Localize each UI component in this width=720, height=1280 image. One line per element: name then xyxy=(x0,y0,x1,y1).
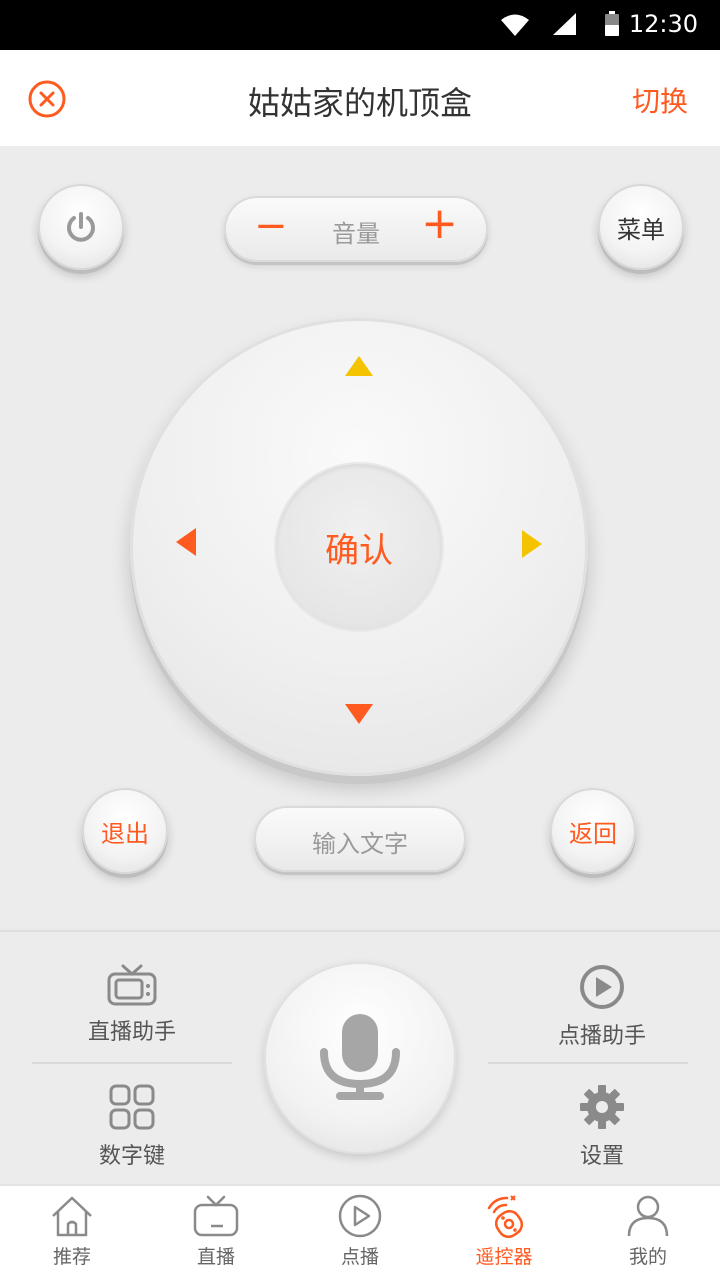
menu-button[interactable]: 菜单 xyxy=(598,184,684,270)
menu-label: 菜单 xyxy=(617,215,665,244)
tab-mine[interactable]: 我的 xyxy=(576,1194,720,1269)
arrow-down-button[interactable] xyxy=(343,702,375,726)
user-icon xyxy=(627,1195,669,1237)
wifi-icon xyxy=(501,14,529,36)
tab-recommend-label: 推荐 xyxy=(52,1246,91,1268)
header-bar: 姑姑家的机顶盒 切换 xyxy=(0,50,720,146)
number-keys-button[interactable]: 数字键 xyxy=(32,1084,232,1170)
tv-icon xyxy=(107,964,157,1006)
divider-left xyxy=(32,1062,232,1064)
tab-recommend[interactable]: 推荐 xyxy=(0,1194,144,1269)
divider-right xyxy=(488,1062,688,1064)
play-icon xyxy=(338,1194,382,1238)
tab-remote[interactable]: 遥控器 xyxy=(432,1194,576,1269)
direction-pad: 确认 xyxy=(130,318,588,776)
vod-assistant-button[interactable]: 点播助手 xyxy=(502,964,702,1050)
status-bar: 12:30 xyxy=(0,0,720,50)
volume-plus-button[interactable]: + xyxy=(421,202,458,246)
bottom-tab-bar: 推荐 直播 点播 遥控器 我的 xyxy=(0,1184,720,1280)
tab-vod-label: 点播 xyxy=(340,1246,379,1268)
exit-button[interactable]: 退出 xyxy=(82,788,168,874)
live-assistant-label: 直播助手 xyxy=(87,1020,176,1045)
vod-assistant-label: 点播助手 xyxy=(557,1024,646,1049)
remote-icon xyxy=(487,1195,524,1238)
number-keys-label: 数字键 xyxy=(98,1144,165,1169)
status-time: 12:30 xyxy=(628,10,698,38)
arrow-right-button[interactable] xyxy=(520,528,544,560)
settings-button[interactable]: 设置 xyxy=(502,1084,702,1170)
tab-mine-label: 我的 xyxy=(628,1246,667,1268)
ok-button[interactable]: 确认 xyxy=(276,464,442,630)
exit-label: 退出 xyxy=(101,819,149,848)
home-icon xyxy=(52,1196,92,1237)
tab-live-label: 直播 xyxy=(196,1246,235,1268)
arrow-up-button[interactable] xyxy=(343,354,375,378)
back-label: 返回 xyxy=(569,819,617,848)
back-button[interactable]: 返回 xyxy=(550,788,636,874)
microphone-icon xyxy=(320,1014,400,1100)
voice-button[interactable] xyxy=(264,962,456,1154)
tab-remote-label: 遥控器 xyxy=(475,1246,533,1268)
ok-label: 确认 xyxy=(325,530,393,571)
page-title: 姑姑家的机顶盒 xyxy=(247,84,472,122)
volume-control: − 音量 + xyxy=(224,196,488,262)
gear-icon xyxy=(580,1085,624,1129)
input-text-button[interactable]: 输入文字 xyxy=(254,806,466,872)
power-button[interactable] xyxy=(38,184,124,270)
tab-live[interactable]: 直播 xyxy=(144,1194,288,1269)
power-icon xyxy=(67,212,95,242)
remote-panel: − 音量 + 菜单 确认 退出 输入文字 返回 xyxy=(0,146,720,928)
input-text-label: 输入文字 xyxy=(312,830,408,858)
battery-icon xyxy=(605,11,619,36)
grid-icon xyxy=(109,1084,155,1130)
arrow-left-button[interactable] xyxy=(174,526,198,558)
switch-button[interactable]: 切换 xyxy=(632,80,688,120)
play-circle-icon xyxy=(580,965,624,1009)
signal-icon xyxy=(553,13,576,35)
assistant-panel: 直播助手 数字键 点播助手 设置 xyxy=(0,930,720,1184)
tab-vod[interactable]: 点播 xyxy=(288,1194,432,1269)
settings-label: 设置 xyxy=(579,1144,624,1169)
tv-icon xyxy=(193,1195,239,1237)
live-assistant-button[interactable]: 直播助手 xyxy=(32,964,232,1046)
